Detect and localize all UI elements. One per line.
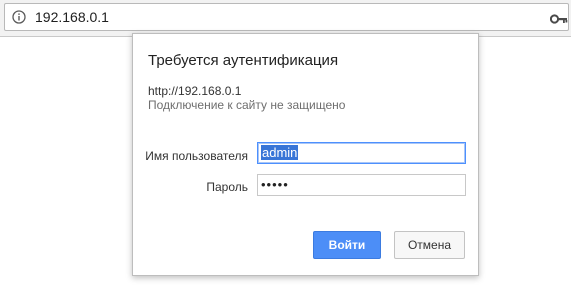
connection-warning: Подключение к сайту не защищено (148, 98, 346, 112)
login-button[interactable]: Войти (313, 231, 381, 259)
username-field[interactable]: admin (257, 142, 466, 164)
info-icon[interactable] (12, 10, 26, 24)
username-label: Имя пользователя (145, 149, 248, 163)
username-value: admin (261, 145, 299, 160)
address-bar[interactable]: 192.168.0.1 (4, 3, 569, 31)
auth-dialog: Требуется аутентификация http://192.168.… (132, 33, 479, 276)
address-text[interactable]: 192.168.0.1 (35, 9, 109, 25)
browser-toolbar: 192.168.0.1 (0, 0, 571, 37)
password-field[interactable]: ••••• (257, 174, 466, 196)
dialog-title: Требуется аутентификация (148, 52, 339, 69)
dialog-url: http://192.168.0.1 (148, 84, 242, 98)
cancel-button[interactable]: Отмена (394, 231, 465, 259)
key-icon[interactable] (550, 13, 568, 25)
password-label: Пароль (206, 180, 248, 194)
